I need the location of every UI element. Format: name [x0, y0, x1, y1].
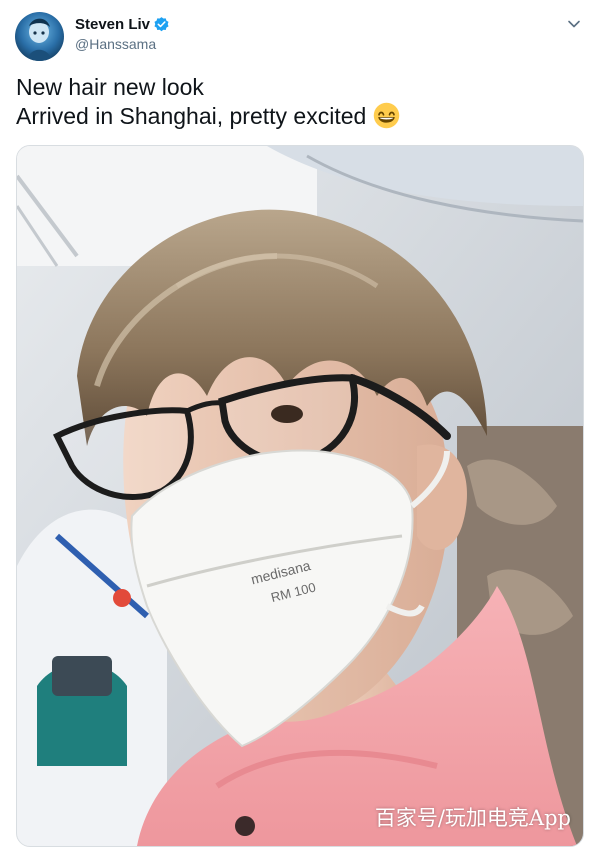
- grinning-face-icon: [373, 102, 400, 129]
- watermark-text: 百家号/玩加电竞App: [374, 806, 571, 830]
- display-name[interactable]: Steven Liv: [75, 16, 150, 33]
- avatar[interactable]: [15, 12, 64, 61]
- verified-badge-icon: [153, 16, 170, 33]
- tweet-text-line-2: Arrived in Shanghai, pretty excited: [16, 102, 576, 131]
- avatar-image: [15, 12, 64, 61]
- display-name-row: Steven Liv: [75, 14, 170, 34]
- author-block[interactable]: Steven Liv @Hanssama: [75, 14, 170, 52]
- tweet-photo[interactable]: medisana RM 100 百家号/玩加电竞App: [16, 145, 584, 847]
- tweet-text: New hair new look Arrived in Shanghai, p…: [16, 73, 576, 131]
- tweet-text-line-2-text: Arrived in Shanghai, pretty excited: [16, 103, 367, 129]
- tweet-text-line-1: New hair new look: [16, 74, 204, 100]
- selfie-photo-image: medisana RM 100: [17, 146, 583, 846]
- tweet-card: Steven Liv @Hanssama New hair new look A…: [0, 0, 596, 847]
- chevron-down-icon[interactable]: [566, 16, 582, 32]
- handle[interactable]: @Hanssama: [75, 36, 170, 52]
